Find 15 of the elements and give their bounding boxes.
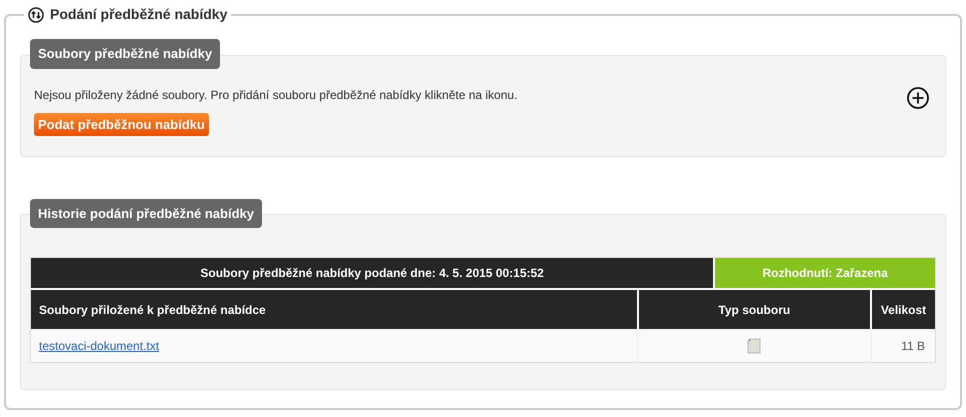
decision-status: Rozhodnutí: Zařazena bbox=[714, 258, 935, 289]
table-header: Soubory předběžné nabídky podané dne: 4. 5. 2015 00:15:52 bbox=[31, 258, 714, 289]
add-icon[interactable] bbox=[907, 86, 929, 108]
up-down-arrows-icon bbox=[28, 6, 44, 22]
panel-heading: Soubory předběžné nabídky bbox=[30, 39, 220, 68]
column-header: Velikost bbox=[871, 289, 935, 329]
file-size: 11 B bbox=[871, 329, 935, 362]
file-link[interactable]: testovaci-dokument.txt bbox=[39, 338, 160, 352]
info-message: Nejsou přiloženy žádné soubory. Pro přidání souboru předběžné nabídky klikněte na ikonu. bbox=[34, 86, 518, 104]
section-title: Podání předběžné nabídky bbox=[50, 5, 228, 24]
column-header: Soubory přiložené k předběžné nabídce bbox=[31, 289, 638, 329]
submit-offer-button[interactable]: Podat předběžnou nabídku bbox=[34, 112, 209, 136]
column-header: Typ souboru bbox=[638, 289, 871, 329]
panel-heading: Historie podání předběžné nabídky bbox=[30, 198, 262, 228]
document-icon bbox=[747, 338, 762, 354]
